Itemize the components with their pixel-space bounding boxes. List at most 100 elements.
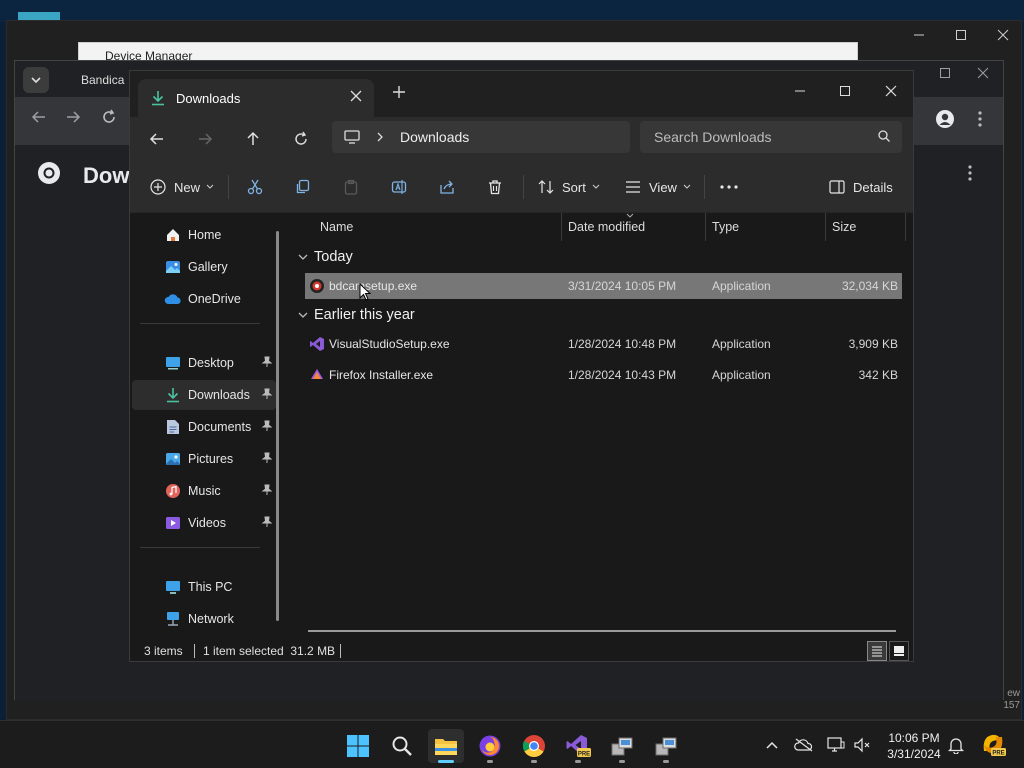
rename-icon[interactable] (387, 175, 411, 199)
firefox-installer-icon (309, 367, 325, 383)
chevron-down-icon (298, 254, 308, 260)
close-button[interactable] (879, 79, 903, 103)
close-icon[interactable] (977, 67, 989, 79)
sidebar-item-music[interactable]: Music (132, 476, 276, 506)
notification-bell-icon[interactable] (946, 735, 966, 755)
details-view-toggle[interactable] (867, 641, 887, 661)
group-header-earlier-this-year[interactable]: Earlier this year (298, 303, 415, 327)
more-options-icon[interactable] (717, 175, 741, 199)
minimize-button[interactable] (788, 79, 812, 103)
search-placeholder: Search Downloads (654, 129, 772, 145)
chevron-right-icon[interactable] (376, 132, 384, 142)
pin-icon[interactable] (262, 388, 272, 400)
reload-icon[interactable] (101, 109, 117, 125)
network-tray-icon[interactable] (826, 735, 846, 755)
close-icon[interactable] (995, 27, 1011, 43)
pin-icon[interactable] (262, 484, 272, 496)
close-tab-icon[interactable] (350, 90, 362, 102)
forward-arrow-icon (199, 133, 213, 145)
cut-icon[interactable] (243, 175, 267, 199)
up-arrow-icon (247, 131, 259, 145)
forward-arrow-icon[interactable] (65, 109, 81, 125)
sort-caret-icon (626, 213, 634, 218)
file-name: VisualStudioSetup.exe (329, 337, 450, 351)
file-row-bdcamsetup[interactable]: bdcamsetup.exe 3/31/2024 10:05 PM Applic… (305, 273, 902, 301)
taskbar-installer-2[interactable] (648, 729, 684, 763)
new-button[interactable]: New (150, 173, 214, 201)
nav-divider (140, 547, 260, 548)
folder-icon (435, 739, 457, 755)
delete-icon[interactable] (483, 175, 507, 199)
chrome-window-controls (939, 67, 989, 79)
file-row-firefox-installer[interactable]: Firefox Installer.exe 1/28/2024 10:43 PM… (305, 362, 902, 388)
profile-icon[interactable] (935, 109, 955, 129)
pin-icon[interactable] (262, 356, 272, 368)
pin-icon[interactable] (262, 516, 272, 528)
taskbar-file-explorer[interactable] (428, 729, 464, 763)
pin-icon[interactable] (262, 452, 272, 464)
sidebar-item-desktop[interactable]: Desktop (132, 348, 276, 378)
clock-date: 3/31/2024 (887, 747, 941, 761)
taskbar-installer-1[interactable] (604, 729, 640, 763)
forward-button[interactable] (193, 127, 217, 151)
details-pane-icon (829, 180, 845, 194)
details-button[interactable]: Details (829, 173, 893, 201)
column-header-size[interactable]: Size (826, 213, 906, 241)
view-button[interactable]: View (625, 173, 691, 201)
new-tab-button[interactable] (392, 85, 406, 99)
file-explorer-window[interactable]: Downloads Downloads Search Downloads New… (129, 70, 914, 662)
onedrive-offline-icon[interactable] (794, 735, 814, 755)
copilot-preview-icon[interactable]: PRE (980, 731, 1006, 757)
taskbar-chrome[interactable] (516, 729, 552, 763)
back-arrow-icon[interactable] (31, 109, 47, 125)
sidebar-item-this-pc[interactable]: This PC (132, 572, 276, 602)
column-header-type[interactable]: Type (706, 213, 826, 241)
list-view-icon (872, 646, 882, 657)
maximize-icon[interactable] (939, 67, 951, 79)
system-clock[interactable]: 10:06 PM 3/31/2024 (876, 730, 952, 762)
sidebar-item-network[interactable]: Network (132, 604, 276, 634)
up-button[interactable] (241, 127, 265, 151)
search-input[interactable]: Search Downloads (640, 121, 902, 153)
column-header-date-modified[interactable]: Date modified (562, 213, 706, 241)
file-row-visualstudiosetup[interactable]: VisualStudioSetup.exe 1/28/2024 10:48 PM… (305, 331, 902, 357)
search-button[interactable] (384, 729, 420, 763)
sidebar-item-label: Documents (188, 420, 252, 434)
group-header-today[interactable]: Today (298, 245, 353, 269)
nav-scrollbar[interactable] (276, 231, 279, 621)
taskbar-firefox[interactable] (472, 729, 508, 763)
file-date: 1/28/2024 10:48 PM (568, 337, 677, 351)
sort-button[interactable]: Sort (538, 173, 600, 201)
video-icon (164, 514, 182, 532)
speaker-muted-icon[interactable] (852, 735, 872, 755)
refresh-button[interactable] (289, 127, 313, 151)
chrome-menu-icon[interactable] (977, 111, 983, 127)
page-menu-icon[interactable] (967, 165, 973, 181)
sidebar-item-pictures[interactable]: Pictures (132, 444, 276, 474)
sidebar-item-downloads[interactable]: Downloads (132, 380, 276, 410)
share-icon[interactable] (435, 175, 459, 199)
pin-icon[interactable] (262, 420, 272, 432)
back-button[interactable] (145, 127, 169, 151)
sidebar-item-gallery[interactable]: Gallery (132, 252, 276, 282)
address-input[interactable]: Downloads (332, 121, 630, 153)
sidebar-item-home[interactable]: Home (132, 220, 276, 250)
taskbar-visual-studio-preview[interactable]: PRE (560, 729, 596, 763)
horizontal-scrollbar[interactable] (308, 630, 896, 632)
tab-downloads[interactable]: Downloads (138, 79, 374, 117)
sidebar-item-onedrive[interactable]: OneDrive (132, 284, 276, 314)
tab-search-button[interactable] (23, 67, 49, 93)
paste-icon[interactable] (339, 175, 363, 199)
address-path[interactable]: Downloads (400, 129, 469, 145)
column-header-name[interactable]: Name (314, 213, 562, 241)
details-label: Details (853, 179, 893, 195)
maximize-button[interactable] (833, 79, 857, 103)
chevron-up-icon[interactable] (762, 735, 782, 755)
tiles-view-toggle[interactable] (889, 641, 909, 661)
minimize-icon[interactable] (911, 27, 927, 43)
copy-icon[interactable] (291, 175, 315, 199)
start-button[interactable] (340, 729, 376, 763)
sidebar-item-videos[interactable]: Videos (132, 508, 276, 538)
maximize-icon[interactable] (953, 27, 969, 43)
sidebar-item-documents[interactable]: Documents (132, 412, 276, 442)
